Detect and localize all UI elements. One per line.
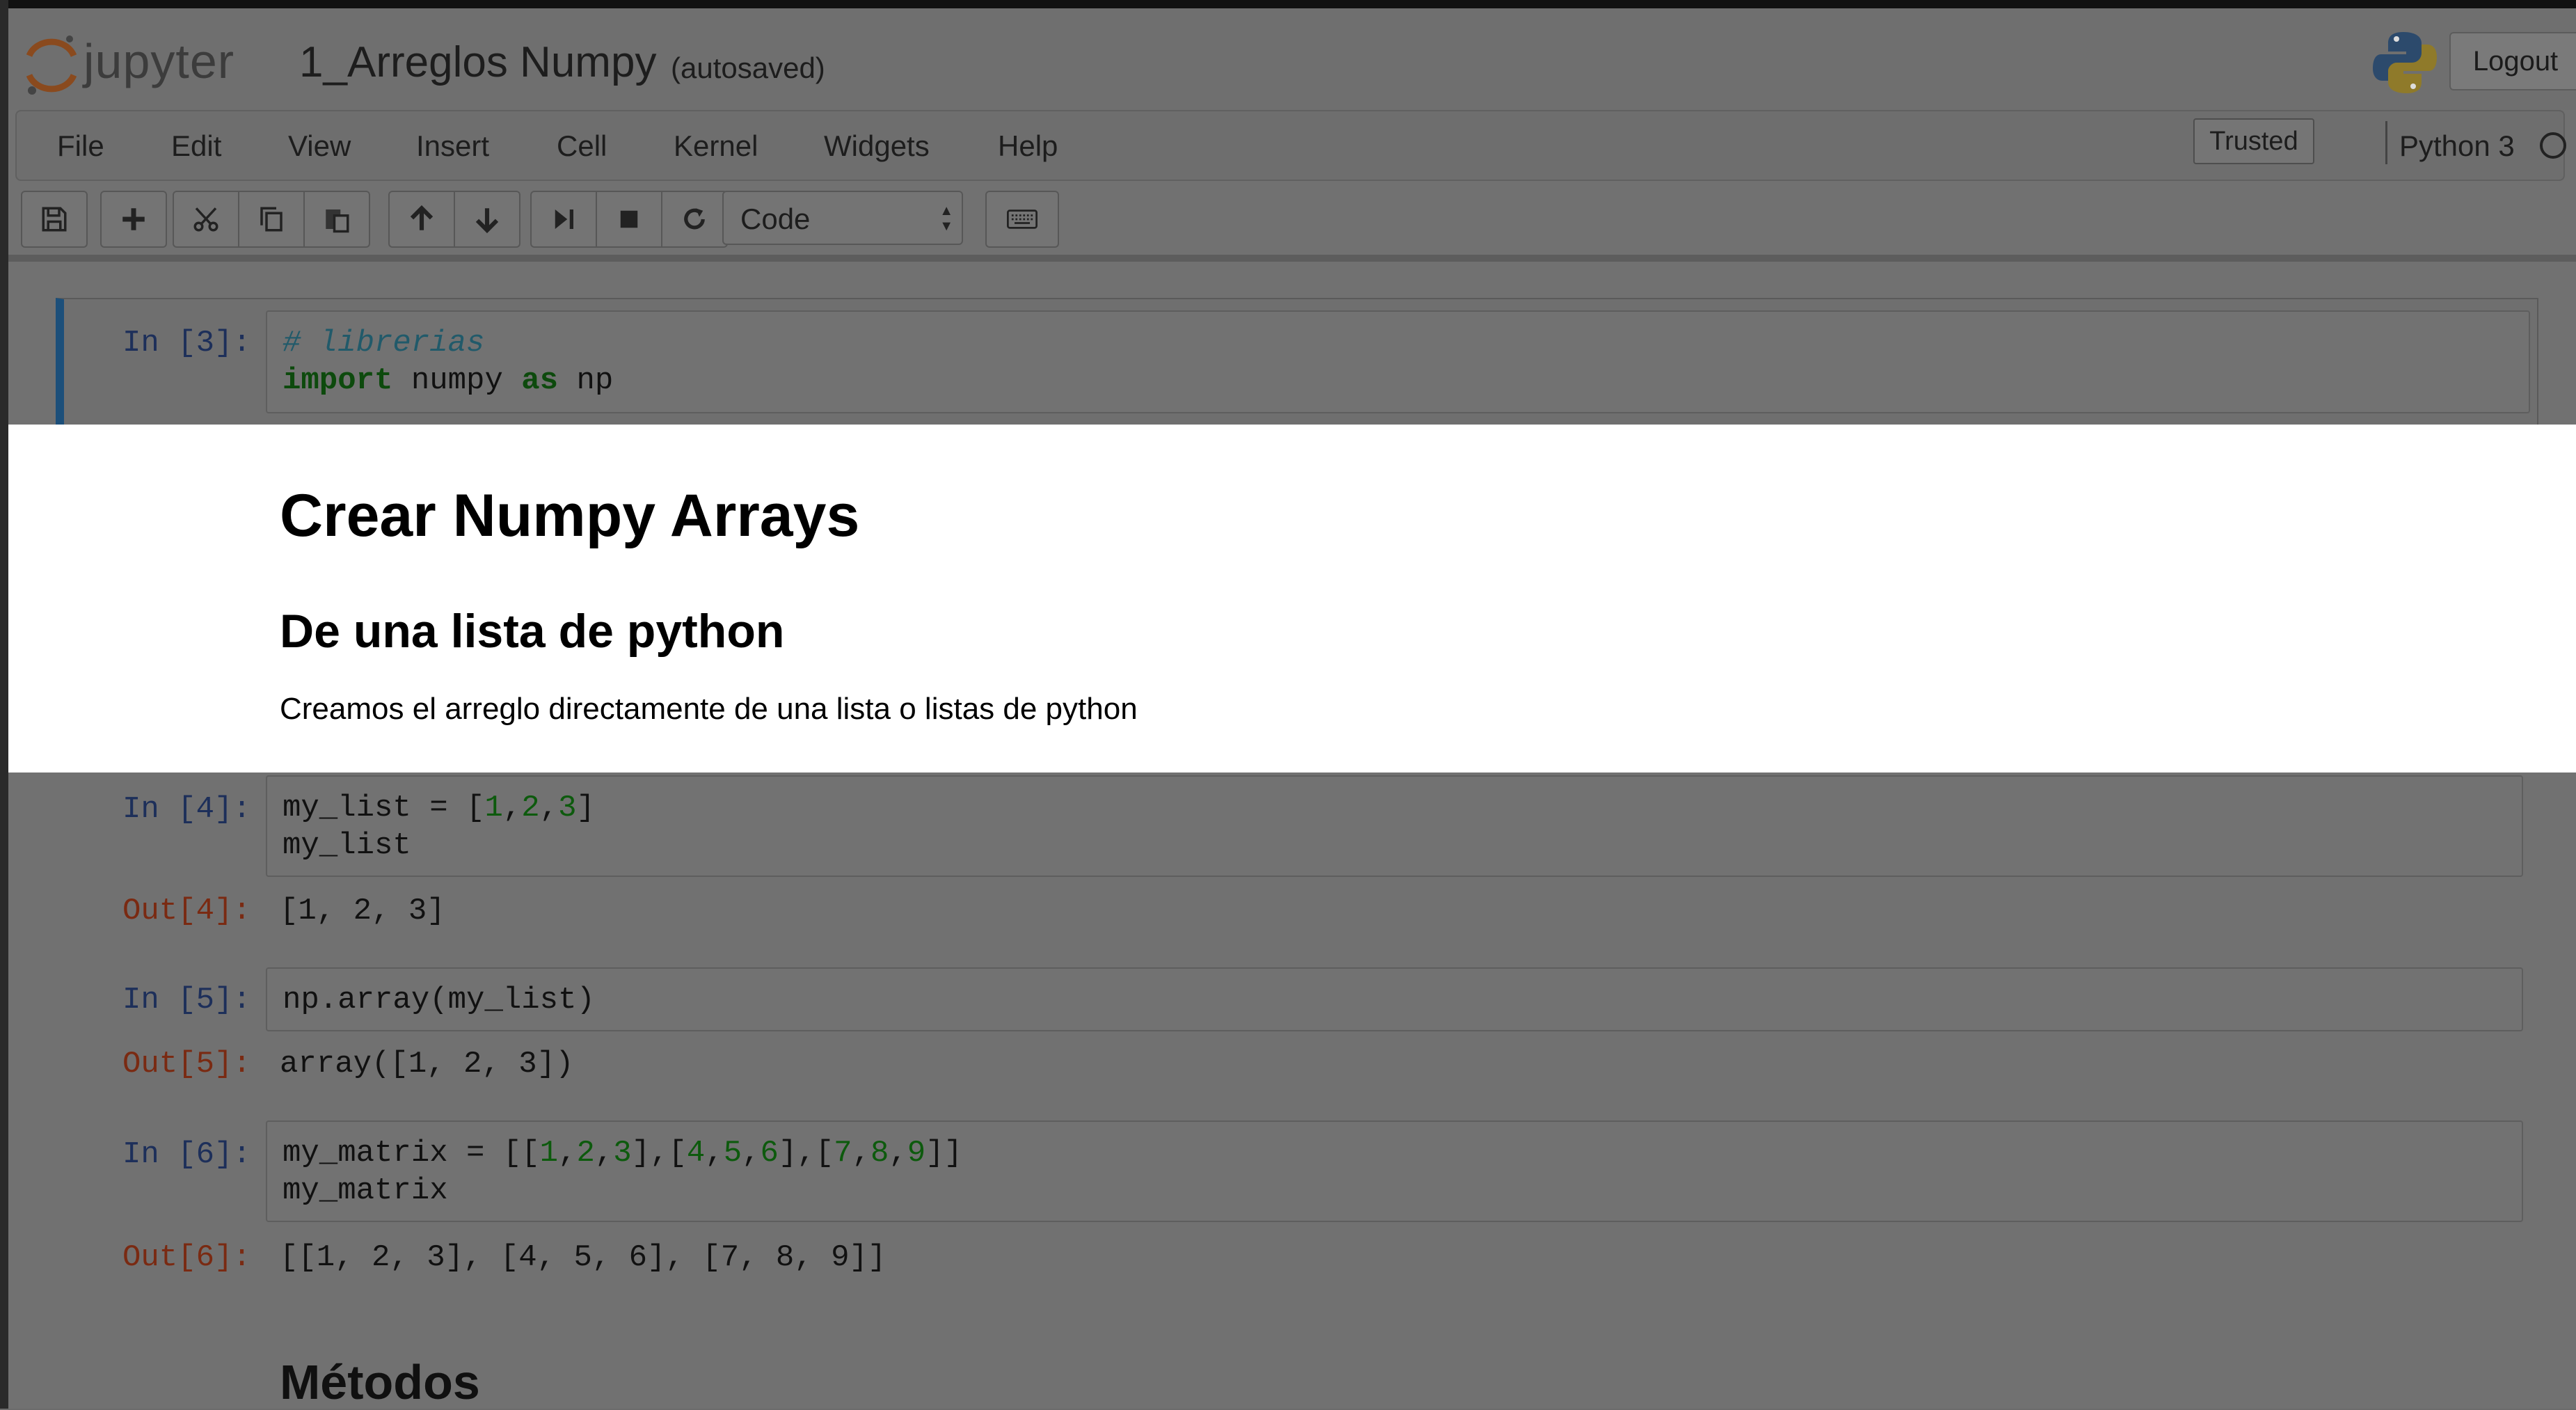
- toolbar-insert-group: [100, 191, 167, 248]
- cell-type-select[interactable]: Code ▲ ▼: [722, 191, 963, 245]
- kernel-name: Python 3: [2399, 129, 2515, 162]
- stop-icon: [620, 210, 638, 228]
- code-line: # librerias: [283, 326, 485, 361]
- restart-button[interactable]: [662, 192, 726, 246]
- menu-help[interactable]: Help: [998, 129, 1058, 163]
- kernel-separator: [2385, 121, 2387, 164]
- toolbar-run-group: [530, 191, 728, 248]
- code-line: my_list: [283, 828, 411, 863]
- jupyter-logo-icon: [26, 35, 77, 95]
- code-line: my_matrix = [[1,2,3],[4,5,6],[7,8,9]]: [283, 1136, 963, 1171]
- code-line: my_list = [1,2,3]: [283, 791, 595, 825]
- copy-button[interactable]: [239, 192, 305, 246]
- code-input[interactable]: my_list = [1,2,3] my_list: [266, 775, 2523, 877]
- heading-1: Crear Numpy Arrays: [280, 482, 860, 549]
- notebook-title[interactable]: 1_Arreglos Numpy: [299, 38, 656, 87]
- run-icon: [555, 209, 573, 229]
- logo-text: jupyter: [84, 34, 235, 88]
- arrow-up-icon: [410, 205, 434, 230]
- insert-cell-button[interactable]: [102, 192, 166, 246]
- paste-button[interactable]: [305, 192, 369, 246]
- command-palette-button[interactable]: [985, 191, 1059, 248]
- code-cell-selected[interactable]: In [3]: # librerias import numpy as np: [56, 298, 2538, 426]
- cell-type-value: Code: [740, 203, 811, 235]
- out-prompt: Out[5]:: [122, 1047, 251, 1082]
- menu-kernel[interactable]: Kernel: [674, 129, 758, 163]
- menu-view[interactable]: View: [288, 129, 351, 163]
- code-input[interactable]: # librerias import numpy as np: [266, 310, 2530, 413]
- menu-file[interactable]: File: [57, 129, 104, 163]
- code-line: my_matrix: [283, 1173, 448, 1208]
- in-prompt: In [5]:: [122, 983, 251, 1017]
- save-icon: [42, 207, 67, 232]
- menu-edit[interactable]: Edit: [171, 129, 221, 163]
- cut-button[interactable]: [174, 192, 239, 246]
- window-top-edge: [0, 0, 2576, 8]
- cell-output: [[1, 2, 3], [4, 5, 6], [7, 8, 9]]: [280, 1240, 887, 1275]
- run-button[interactable]: [532, 192, 597, 246]
- header: jupyter 1_Arreglos Numpy (autosaved) Log…: [8, 8, 2576, 110]
- logout-button[interactable]: Logout: [2449, 32, 2576, 90]
- save-button[interactable]: [22, 192, 86, 246]
- code-line: import numpy as np: [283, 363, 614, 398]
- menu-insert[interactable]: Insert: [416, 129, 489, 163]
- menubar: File Edit View Insert Cell Kernel Widget…: [15, 110, 2566, 181]
- menu-widgets[interactable]: Widgets: [824, 129, 930, 163]
- autosave-status: (autosaved): [671, 52, 825, 84]
- window-left-edge: [0, 0, 8, 1409]
- cell-output: array([1, 2, 3]): [280, 1047, 574, 1082]
- toolbar-edit-group: [173, 191, 370, 248]
- toolbar-move-group: [388, 191, 520, 248]
- heading-2: De una lista de python: [280, 605, 785, 658]
- cut-icon: [193, 207, 218, 232]
- move-down-button[interactable]: [455, 192, 519, 246]
- arrow-down-icon: [475, 208, 499, 234]
- restart-icon: [684, 208, 705, 230]
- cell-output: [1, 2, 3]: [280, 894, 445, 928]
- jupyter-logo[interactable]: jupyter: [24, 29, 267, 99]
- kernel-idle-indicator-icon: [2540, 132, 2566, 159]
- trusted-indicator[interactable]: Trusted: [2193, 118, 2314, 164]
- toolbar-save-group: [21, 191, 88, 248]
- move-up-button[interactable]: [390, 192, 455, 246]
- in-prompt: In [6]:: [122, 1137, 251, 1172]
- in-prompt: In [4]:: [122, 792, 251, 827]
- out-prompt: Out[4]:: [122, 894, 251, 928]
- python-logo-icon: [2373, 32, 2437, 93]
- code-input[interactable]: np.array(my_list): [266, 967, 2523, 1031]
- paste-icon: [326, 209, 349, 233]
- select-arrows-icon: ▲ ▼: [939, 203, 953, 234]
- code-input[interactable]: my_matrix = [[1,2,3],[4,5,6],[7,8,9]] my…: [266, 1120, 2523, 1222]
- menu-cell[interactable]: Cell: [557, 129, 607, 163]
- paragraph: Creamos el arreglo directamente de una l…: [280, 692, 1138, 726]
- keyboard-icon: [1007, 209, 1037, 229]
- stop-button[interactable]: [597, 192, 662, 246]
- out-prompt: Out[6]:: [122, 1240, 251, 1275]
- in-prompt: In [3]:: [122, 326, 251, 361]
- code-line: np.array(my_list): [283, 983, 595, 1017]
- heading-2: Métodos: [280, 1355, 480, 1409]
- header-divider: [8, 255, 2576, 262]
- plus-icon: [122, 208, 145, 230]
- markdown-cell[interactable]: Crear Numpy Arrays De una lista de pytho…: [8, 425, 2576, 773]
- copy-icon: [260, 207, 283, 232]
